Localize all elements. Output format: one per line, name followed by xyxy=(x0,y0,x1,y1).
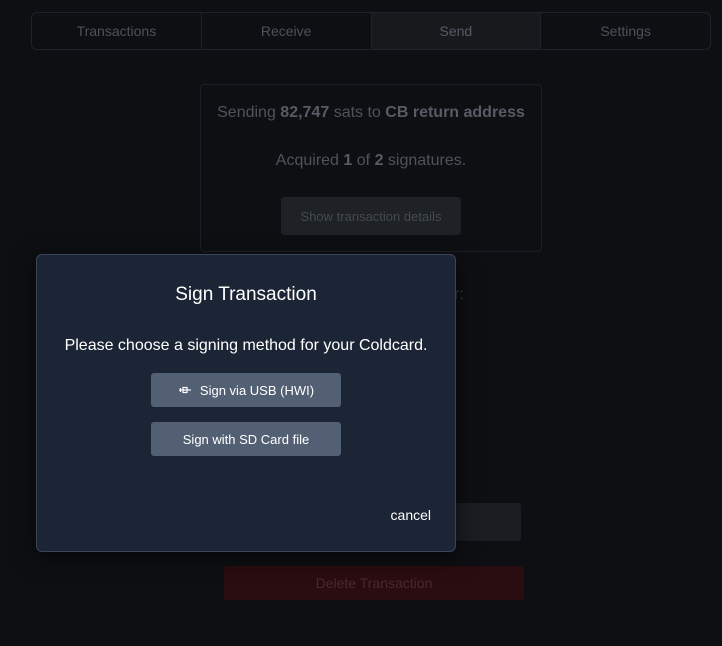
sign-usb-label: Sign via USB (HWI) xyxy=(199,382,315,398)
tab-receive[interactable]: Receive xyxy=(202,13,372,49)
tab-bar: Transactions Receive Send Settings xyxy=(31,12,711,50)
of-text: of xyxy=(356,152,371,169)
transaction-summary-card: Sending 82,747 sats to CB return address… xyxy=(200,84,542,252)
sign-sd-card-button[interactable]: Sign with SD Card file xyxy=(151,422,341,456)
show-details-button[interactable]: Show transaction details xyxy=(281,197,461,235)
modal-description: Please choose a signing method for your … xyxy=(64,337,428,354)
signatures-line: Acquired 1 of 2 signatures. xyxy=(201,152,541,170)
sending-prefix: Sending xyxy=(217,104,276,121)
tab-send[interactable]: Send xyxy=(371,13,542,49)
acquired-count: 1 xyxy=(343,152,353,169)
tab-settings[interactable]: Settings xyxy=(541,13,710,49)
sats-to-text: sats to xyxy=(333,104,381,121)
modal-title: Sign Transaction xyxy=(175,284,317,305)
sign-transaction-modal: Sign Transaction Please choose a signing… xyxy=(36,254,456,552)
app-page: Transactions Receive Send Settings Sendi… xyxy=(0,0,722,646)
background-button[interactable] xyxy=(455,503,521,541)
tab-transactions[interactable]: Transactions xyxy=(32,13,202,49)
usb-icon xyxy=(178,384,192,396)
cancel-button[interactable]: cancel xyxy=(391,507,431,523)
sign-usb-button[interactable]: Sign via USB (HWI) xyxy=(151,373,341,407)
sending-line: Sending 82,747 sats to CB return address xyxy=(201,104,541,122)
amount-value: 82,747 xyxy=(280,104,330,121)
acquired-prefix: Acquired xyxy=(275,152,339,169)
required-count: 2 xyxy=(374,152,384,169)
destination-label: CB return address xyxy=(385,104,525,121)
signatures-suffix: signatures. xyxy=(387,152,467,169)
delete-transaction-button[interactable]: Delete Transaction xyxy=(224,566,524,600)
